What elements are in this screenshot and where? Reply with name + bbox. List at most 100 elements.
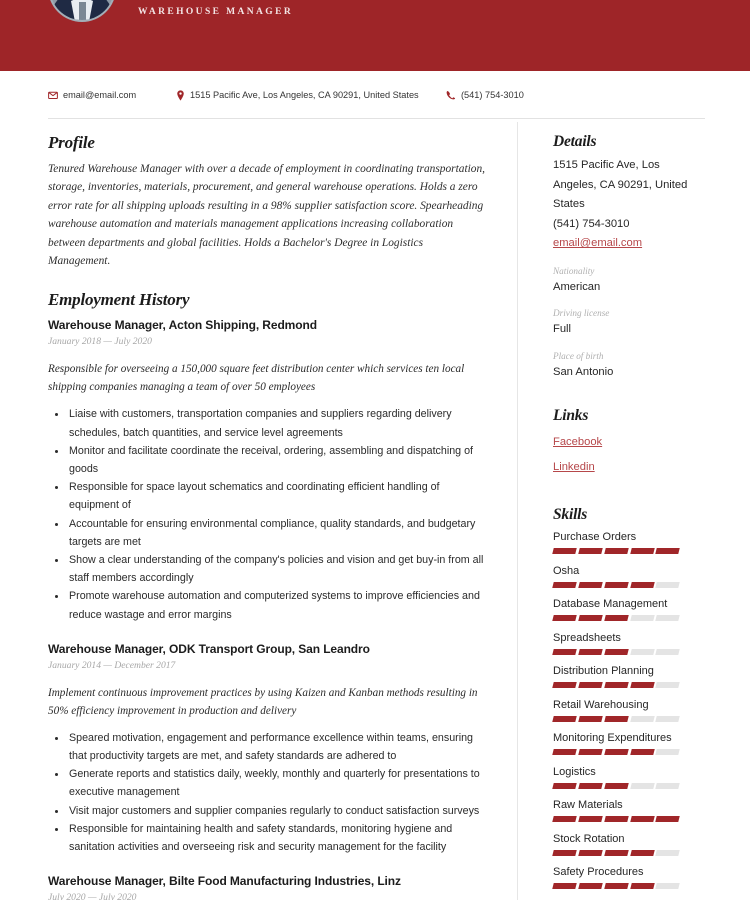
job-bullet: Show a clear understanding of the compan… — [67, 551, 488, 587]
job-bullet: Responsible for maintaining health and s… — [67, 820, 488, 856]
skill-rating-segment — [603, 581, 629, 588]
job-title: Warehouse Manager, Bilte Food Manufactur… — [48, 874, 401, 889]
contact-address-text: 1515 Pacific Ave, Los Angeles, CA 90291,… — [190, 90, 419, 100]
details-field-value: San Antonio — [553, 365, 614, 378]
skill-rating-segment — [578, 849, 603, 856]
job-entry: Warehouse Manager, Bilte Food Manufactur… — [48, 873, 488, 900]
contact-email-text: email@email.com — [63, 90, 137, 100]
skill-rating-segment — [603, 816, 629, 823]
link-linkedin[interactable]: Linkedin — [553, 455, 713, 480]
skill-rating-bar — [552, 849, 680, 856]
link-facebook[interactable]: Facebook — [553, 430, 713, 455]
skill-rating-segment — [603, 749, 629, 756]
skill-rating-bar — [552, 548, 680, 555]
skill-item: Safety Procedures — [552, 864, 713, 890]
skill-rating-segment — [629, 849, 654, 856]
skill-rating-segment — [603, 849, 629, 856]
employment-section: Employment History Warehouse Manager, Ac… — [48, 290, 488, 900]
skill-rating-bar — [552, 682, 680, 689]
skill-rating-segment — [655, 782, 680, 789]
skill-item: Osha — [552, 563, 713, 588]
contact-address[interactable]: 1515 Pacific Ave, Los Angeles, CA 90291,… — [176, 89, 446, 101]
links-section: Links Facebook Linkedin — [553, 407, 713, 480]
header-job-title: WAREHOUSE MANAGER — [138, 7, 294, 17]
skill-item: Raw Materials — [552, 797, 713, 823]
profile-heading: Profile — [48, 133, 95, 152]
skill-rating-segment — [578, 682, 603, 689]
details-field-label: Nationality — [553, 265, 595, 276]
skill-item: Retail Warehousing — [552, 697, 713, 722]
details-heading: Details — [553, 133, 597, 150]
skill-rating-segment — [552, 548, 577, 555]
skill-rating-segment — [603, 782, 629, 789]
skill-name: Raw Materials — [553, 799, 623, 812]
column-divider — [517, 122, 518, 900]
profile-body: Tenured Warehouse Manager with over a de… — [48, 163, 486, 268]
skill-name: Purchase Orders — [553, 531, 637, 544]
details-email-link[interactable]: email@email.com — [553, 234, 713, 254]
skill-rating-segment — [578, 615, 603, 622]
main-column: Profile Tenured Warehouse Manager with o… — [48, 133, 488, 900]
details-address-line: Angeles, CA 90291, United — [553, 178, 688, 191]
skill-rating-segment — [629, 782, 654, 789]
contact-phone[interactable]: (541) 754-3010 — [446, 90, 606, 100]
skills-heading: Skills — [553, 506, 588, 524]
skill-rating-segment — [578, 548, 603, 555]
skill-rating-segment — [578, 715, 603, 722]
skill-item: Spreadsheets — [552, 630, 713, 655]
skill-rating-segment — [578, 749, 603, 756]
profile-section: Profile Tenured Warehouse Manager with o… — [48, 133, 488, 270]
skill-name: Monitoring Expenditures — [553, 732, 672, 745]
skill-rating-segment — [655, 715, 680, 722]
details-field-label: Place of birth — [553, 350, 604, 361]
skill-rating-bar — [552, 816, 680, 823]
details-field-value: American — [553, 280, 601, 293]
skill-rating-segment — [552, 849, 577, 856]
skill-rating-segment — [578, 581, 603, 588]
skill-name: Safety Procedures — [553, 866, 644, 879]
skill-rating-segment — [552, 615, 577, 622]
links-heading: Links — [553, 407, 589, 425]
phone-icon — [446, 90, 456, 100]
skill-rating-segment — [629, 749, 654, 756]
skill-rating-segment — [629, 682, 654, 689]
skill-rating-segment — [629, 581, 654, 588]
skill-rating-segment — [629, 548, 654, 555]
job-bullet: Visit major customers and supplier compa… — [67, 802, 488, 820]
side-column: Details 1515 Pacific Ave, Los Angeles, C… — [552, 133, 713, 900]
skill-rating-segment — [655, 615, 680, 622]
skill-name: Spreadsheets — [553, 631, 621, 644]
skill-item: Distribution Planning — [552, 663, 713, 689]
skill-rating-segment — [552, 782, 577, 789]
skill-rating-segment — [552, 715, 577, 722]
employment-heading: Employment History — [48, 290, 190, 310]
header-divider — [48, 118, 705, 119]
skill-rating-segment — [629, 648, 654, 655]
avatar-tie — [78, 2, 86, 20]
skill-rating-segment — [578, 782, 603, 789]
job-bullet: Accountable for ensuring environmental c… — [67, 515, 488, 551]
job-entry: Warehouse Manager, ODK Transport Group, … — [48, 641, 488, 856]
job-summary: Implement continuous improvement practic… — [48, 686, 478, 717]
contact-phone-text: (541) 754-3010 — [461, 90, 524, 100]
skill-name: Stock Rotation — [553, 832, 625, 845]
skill-name: Logistics — [553, 765, 596, 778]
skill-item: Database Management — [552, 596, 713, 622]
skill-rating-segment — [578, 883, 603, 890]
skill-rating-bar — [552, 749, 680, 756]
avatar — [48, 0, 116, 22]
job-bullet-list: Liaise with customers, transportation co… — [48, 405, 488, 623]
details-field-value: Full — [553, 323, 572, 336]
skill-rating-segment — [603, 682, 629, 689]
skill-item: Monitoring Expenditures — [552, 730, 713, 756]
details-field: Nationality American — [553, 265, 713, 297]
skill-name: Distribution Planning — [553, 665, 654, 678]
skill-rating-segment — [552, 816, 577, 823]
details-field: Place of birth San Antonio — [553, 350, 713, 382]
skill-rating-bar — [552, 782, 680, 789]
skill-rating-segment — [578, 816, 603, 823]
skills-section: Skills Purchase Orders Osha Database Manag… — [552, 506, 713, 900]
skill-rating-segment — [552, 648, 577, 655]
skill-rating-segment — [578, 648, 603, 655]
contact-email[interactable]: email@email.com — [48, 90, 176, 100]
